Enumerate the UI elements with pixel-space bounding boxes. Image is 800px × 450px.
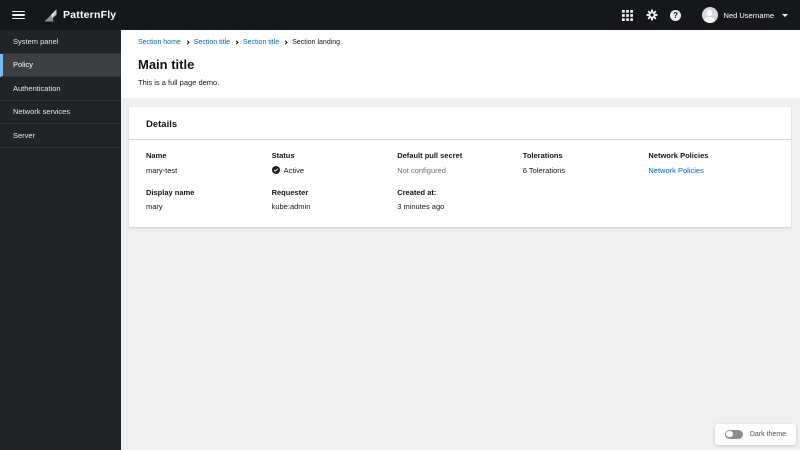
field-requester: Requester kube:admin	[271, 187, 311, 212]
sidebar-nav: System panel Policy Authentication Netwo…	[0, 30, 121, 450]
brand[interactable]: PatternFly	[43, 8, 116, 23]
network-policies-link[interactable]: Network Policies	[648, 166, 774, 175]
sidebar-item-network-services[interactable]: Network services	[0, 101, 121, 124]
field-default-pull-secret: Default pull secret Not configured	[397, 151, 463, 175]
avatar	[701, 7, 718, 23]
caret-down-icon	[782, 13, 788, 17]
field-network-policies: Network Policies Network Policies	[648, 151, 774, 175]
check-circle-icon	[271, 166, 280, 174]
dark-theme-switch[interactable]	[724, 429, 743, 439]
card-body: Name mary-test Status Active Default pul…	[129, 140, 791, 227]
settings-gear-icon[interactable]	[640, 3, 664, 27]
sidebar-item-server[interactable]: Server	[0, 124, 121, 148]
breadcrumb-link[interactable]: Section title	[194, 39, 230, 46]
field-status: Status Active	[271, 151, 305, 175]
brand-title: PatternFly	[63, 9, 117, 21]
patternfly-logo-icon	[43, 8, 58, 23]
page-subtitle: This is a full page demo.	[138, 78, 220, 87]
card-title: Details	[146, 119, 178, 130]
app-launcher-icon[interactable]	[616, 3, 640, 27]
status-text: Active	[283, 165, 305, 175]
breadcrumb-link[interactable]: Section home	[138, 39, 181, 46]
masthead-toolbar: ? Ned Username	[616, 3, 788, 27]
page-header: Section home Section title Section title…	[121, 30, 800, 98]
breadcrumb-link[interactable]: Section title	[243, 39, 279, 46]
details-card: Details Name mary-test Status Active Def…	[129, 107, 791, 227]
sidebar-item-system-panel[interactable]: System panel	[0, 30, 121, 54]
field-created-at: Created at: 3 minutes ago	[397, 187, 445, 212]
breadcrumb: Section home Section title Section title…	[138, 39, 783, 46]
theme-toggle-pill: Dark theme	[714, 423, 796, 445]
user-name: Ned Username	[723, 10, 774, 20]
page-title: Main title	[138, 57, 195, 72]
main-content: Section home Section title Section title…	[121, 30, 800, 450]
sidebar-item-policy[interactable]: Policy	[0, 53, 121, 77]
field-display-name: Display name mary	[146, 187, 195, 212]
field-name: Name mary-test	[146, 151, 178, 175]
chevron-right-icon	[234, 40, 239, 45]
theme-toggle-label: Dark theme	[749, 430, 786, 438]
breadcrumb-current: Section landing	[292, 39, 341, 46]
masthead: PatternFly ? Ned Username	[0, 0, 800, 30]
sidebar-item-authentication[interactable]: Authentication	[0, 77, 121, 101]
user-menu[interactable]: Ned Username	[701, 7, 788, 23]
description-list: Name mary-test Status Active Default pul…	[146, 151, 774, 211]
field-tolerations: Tolerations 6 Tolerations	[522, 151, 566, 175]
switch-knob	[726, 431, 733, 438]
chevron-right-icon	[283, 40, 288, 45]
chevron-right-icon	[185, 40, 190, 45]
help-icon[interactable]: ?	[664, 3, 688, 27]
menu-toggle-icon[interactable]	[12, 10, 25, 20]
